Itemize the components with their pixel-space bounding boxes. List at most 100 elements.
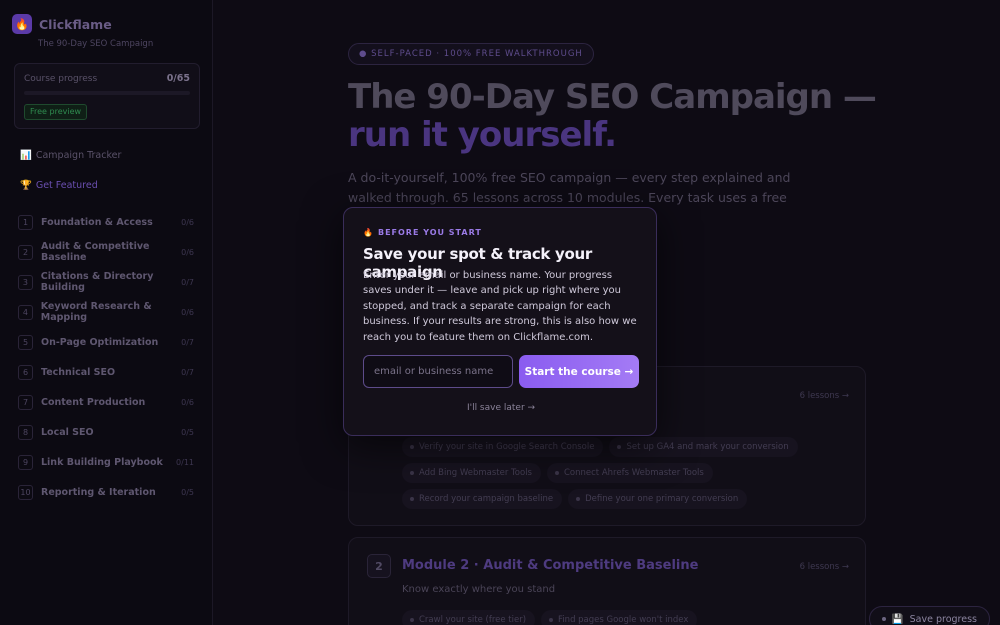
lesson-chip-label: Crawl your site (free tier) (419, 615, 527, 625)
lesson-chip[interactable]: Connect Ahrefs Webmaster Tools (546, 463, 713, 483)
sidebar-item-module-3[interactable]: 3 Citations & Directory Building 0/7 (18, 267, 198, 297)
module-count: 0/6 (181, 217, 194, 227)
sidebar-item-module-2[interactable]: 2 Audit & Competitive Baseline 0/6 (18, 237, 198, 267)
bullet-icon (410, 445, 414, 449)
lesson-chips: Crawl your site (free tier) Find pages Go… (402, 610, 822, 625)
sidebar-item-module-1[interactable]: 1 Foundation & Access 0/6 (18, 207, 198, 237)
module-number: 1 (18, 214, 33, 230)
bullet-icon (576, 497, 581, 501)
get-featured-label: Get Featured (35, 180, 98, 191)
module-label: Content Production (41, 396, 146, 408)
module-label: Citations & Directory Building (40, 271, 154, 293)
sidebar-item-module-6[interactable]: 6 Technical SEO 0/7 (18, 357, 198, 387)
module-label: Link Building Playbook (41, 456, 163, 468)
bullet-icon (617, 445, 622, 449)
module-number: 8 (18, 424, 33, 440)
modal-eyebrow: 🔥 BEFORE YOU START (363, 228, 482, 237)
campaign-tracker-link[interactable]: 📊 Campaign Tracker (20, 150, 121, 161)
module-title: Module 2 · Audit & Competitive Baseline (402, 558, 699, 573)
progress-label: Course progress (24, 74, 98, 84)
module-count: 0/5 (181, 427, 194, 437)
module-label: Reporting & Iteration (41, 486, 156, 498)
self-paced-pill: ● SELF-PACED · 100% FREE WALKTHROUGH (348, 43, 594, 65)
module-subtitle: Know exactly where you stand (402, 584, 556, 595)
module-number: 9 (18, 454, 33, 470)
email-or-business-input[interactable] (363, 355, 513, 388)
lesson-chip-label: Connect Ahrefs Webmaster Tools (563, 468, 704, 478)
lesson-chip[interactable]: Record your campaign baseline (402, 489, 563, 509)
module-label: Keyword Research & Mapping (40, 301, 152, 323)
sidebar-item-module-7[interactable]: 7 Content Production 0/6 (18, 387, 198, 417)
lesson-chip-label: Define your one primary conversion (585, 494, 739, 504)
brand-subtitle: The 90-Day SEO Campaign (38, 39, 154, 49)
title-line-2: run it yourself. (348, 115, 617, 155)
module-count: 0/6 (181, 397, 194, 407)
save-progress-label: Save progress (909, 613, 977, 625)
lesson-chip-label: Set up GA4 and mark your conversion (626, 442, 789, 452)
brand-name: Clickflame (39, 16, 112, 32)
module-number: 7 (18, 394, 33, 410)
sidebar-item-module-8[interactable]: 8 Local SEO 0/5 (18, 417, 198, 447)
lesson-chip[interactable]: Find pages Google won't index (541, 610, 698, 625)
module-number: 2 (367, 554, 391, 578)
lesson-chip-label: Find pages Google won't index (558, 615, 689, 625)
module-nav: 1 Foundation & Access 0/6 2 Audit & Competit… (18, 207, 198, 507)
lessons-link[interactable]: 6 lessons → (800, 562, 849, 572)
lesson-chip[interactable]: Verify your site in Google Search Consol… (402, 437, 604, 457)
brand[interactable]: 🔥 Clickflame (12, 14, 112, 34)
lesson-chips: Verify your site in Google Search Consol… (402, 437, 822, 509)
module-label: Audit & Competitive Baseline (40, 241, 150, 263)
chart-icon: 📊 (20, 150, 32, 161)
lessons-link[interactable]: 6 lessons → (800, 391, 849, 401)
module-count: 0/7 (181, 337, 194, 347)
module-count: 0/5 (181, 487, 194, 497)
sidebar: 🔥 Clickflame The 90-Day SEO Campaign Cou… (0, 0, 213, 625)
course-progress-card: Course progress 0/65 Free preview (14, 63, 200, 129)
lesson-chip-label: Verify your site in Google Search Consol… (419, 442, 595, 452)
module-count: 0/7 (181, 367, 194, 377)
save-icon: 💾 (891, 613, 904, 625)
flame-icon: 🔥 (363, 228, 374, 237)
lesson-chip[interactable]: Crawl your site (free tier) (402, 610, 536, 625)
bullet-icon (410, 497, 414, 501)
lesson-chip[interactable]: Define your one primary conversion (568, 489, 748, 509)
lesson-chip[interactable]: Add Bing Webmaster Tools (402, 463, 541, 483)
module-number: 5 (18, 334, 33, 350)
sidebar-item-module-9[interactable]: 9 Link Building Playbook 0/11 (18, 447, 198, 477)
module-number: 10 (18, 484, 33, 500)
modal-body: Enter your email or business name. Your … (363, 270, 637, 343)
status-dot (881, 617, 886, 621)
module-number: 2 (18, 244, 33, 260)
bullet-icon (554, 471, 559, 475)
title-line-1: The 90-Day SEO Campaign — (348, 77, 877, 117)
module-number: 6 (18, 364, 33, 380)
module-count: 0/11 (176, 457, 194, 467)
save-later-link[interactable]: I'll save later → (344, 403, 658, 413)
bullet-icon (549, 618, 554, 622)
sidebar-item-module-4[interactable]: 4 Keyword Research & Mapping 0/6 (18, 297, 198, 327)
save-progress-button[interactable]: 💾 Save progress (868, 606, 990, 625)
lesson-chip[interactable]: Set up GA4 and mark your conversion (609, 437, 798, 457)
module-count: 0/6 (181, 307, 194, 317)
module-number: 3 (18, 274, 33, 290)
flame-icon: 🔥 (12, 14, 32, 34)
module-card-2[interactable]: 2 Module 2 · Audit & Competitive Baselin… (348, 537, 866, 625)
start-course-button[interactable]: Start the course → (519, 355, 639, 388)
page-title: The 90-Day SEO Campaign — run it yoursel… (348, 78, 908, 154)
free-preview-badge: Free preview (24, 104, 88, 120)
sidebar-item-module-5[interactable]: 5 On-Page Optimization 0/7 (18, 327, 198, 357)
eyebrow-label: BEFORE YOU START (377, 228, 482, 237)
module-count: 0/6 (181, 247, 194, 257)
campaign-tracker-label: Campaign Tracker (35, 150, 122, 161)
sidebar-item-module-10[interactable]: 10 Reporting & Iteration 0/5 (18, 477, 198, 507)
lesson-chip-label: Record your campaign baseline (419, 494, 554, 504)
module-label: Foundation & Access (41, 216, 153, 228)
module-label: On-Page Optimization (41, 336, 159, 348)
trophy-icon: 🏆 (20, 180, 32, 191)
save-spot-modal: 🔥 BEFORE YOU START Save your spot & trac… (343, 207, 657, 436)
module-count: 0/7 (181, 277, 194, 287)
bullet-icon (410, 618, 414, 622)
module-number: 4 (18, 304, 33, 320)
lesson-chip-label: Add Bing Webmaster Tools (419, 468, 532, 478)
get-featured-link[interactable]: 🏆 Get Featured (20, 180, 98, 191)
